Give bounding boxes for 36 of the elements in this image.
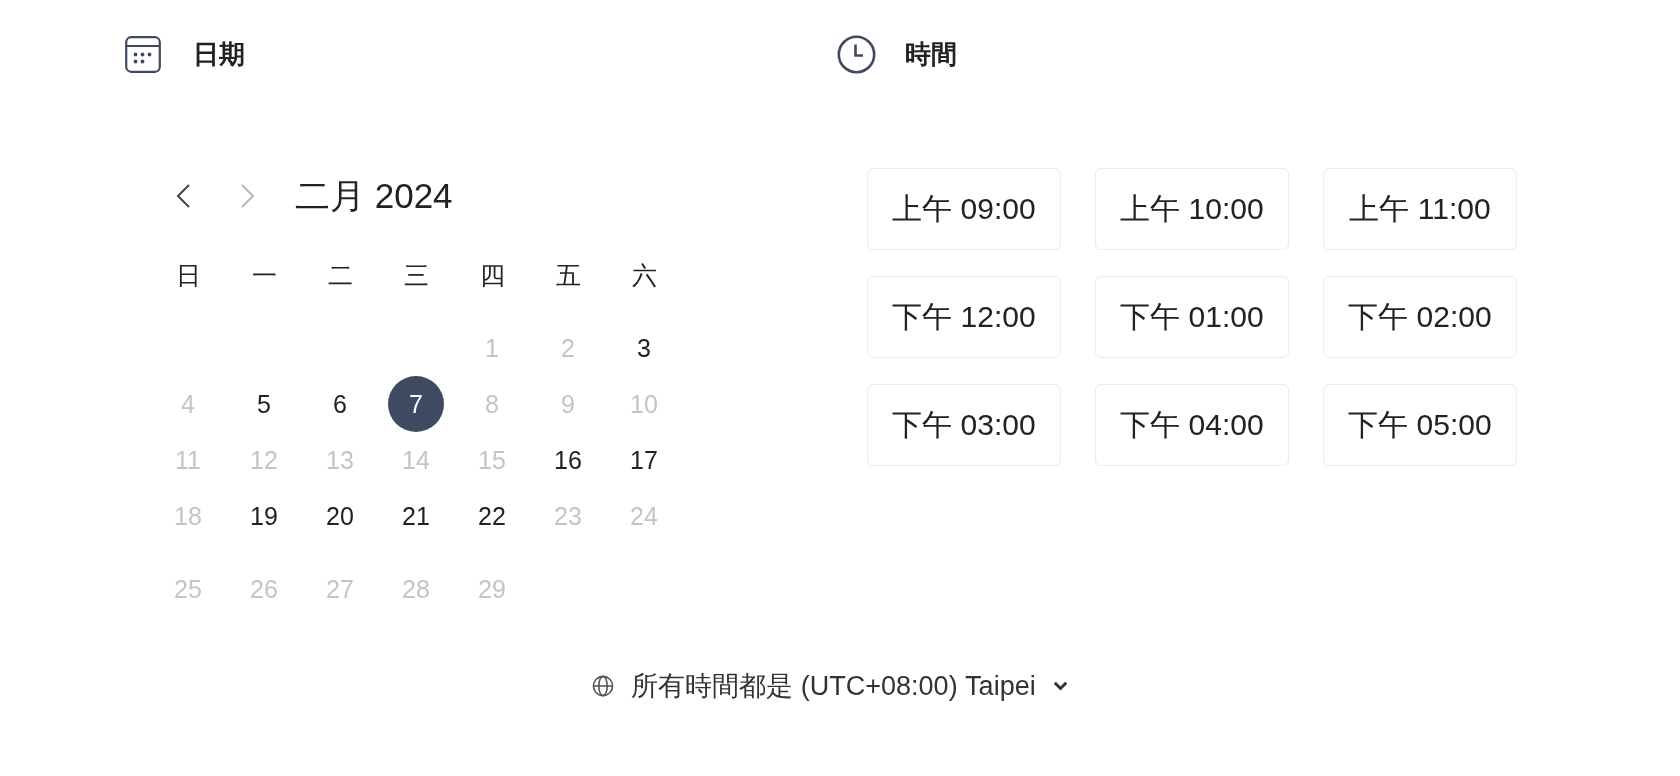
section-title: 日期 [193,38,245,71]
time-slot-button[interactable]: 上午 10:00 [1095,168,1289,250]
date-button[interactable]: 17 [616,432,672,488]
weekday-label: 六 [631,260,657,291]
date-button[interactable]: 6 [312,376,368,432]
globe-icon [592,675,615,697]
weekday-label: 二 [327,260,353,291]
date-button[interactable]: 21 [388,488,444,544]
weekday-label: 四 [479,260,505,291]
time-slot-button[interactable]: 下午 02:00 [1323,276,1517,358]
time-slot-button[interactable]: 下午 12:00 [867,276,1061,358]
time-slot-button[interactable]: 下午 03:00 [867,384,1061,466]
calendar-icon [125,35,161,73]
date-button[interactable]: 22 [464,488,520,544]
chevron-left-icon [175,183,191,209]
date-button[interactable]: 20 [312,488,368,544]
month-title: 二月 2024 [295,175,453,217]
weekday-label: 三 [403,260,429,291]
time-slot-button[interactable]: 下午 05:00 [1323,384,1517,466]
chevron-right-icon [240,183,256,209]
date-button[interactable]: 16 [540,432,596,488]
date-button[interactable]: 7 [388,376,444,432]
chevron-down-icon [1052,681,1068,691]
time-slot-button[interactable]: 下午 04:00 [1095,384,1289,466]
time-slot-button[interactable]: 上午 09:00 [867,168,1061,250]
date-button[interactable]: 19 [236,488,292,544]
timezone-selector[interactable]: 所有時間都是 (UTC+08:00) Taipei [592,667,1068,705]
weekday-label: 一 [251,260,277,291]
section-title: 時間 [905,38,957,71]
time-slot-button[interactable]: 下午 01:00 [1095,276,1289,358]
time-slot-button[interactable]: 上午 11:00 [1323,168,1517,250]
weekday-label: 日 [175,260,201,291]
date-button[interactable]: 3 [616,320,672,376]
clock-icon [837,34,876,74]
weekday-label: 五 [555,260,581,291]
date-button[interactable]: 5 [236,376,292,432]
